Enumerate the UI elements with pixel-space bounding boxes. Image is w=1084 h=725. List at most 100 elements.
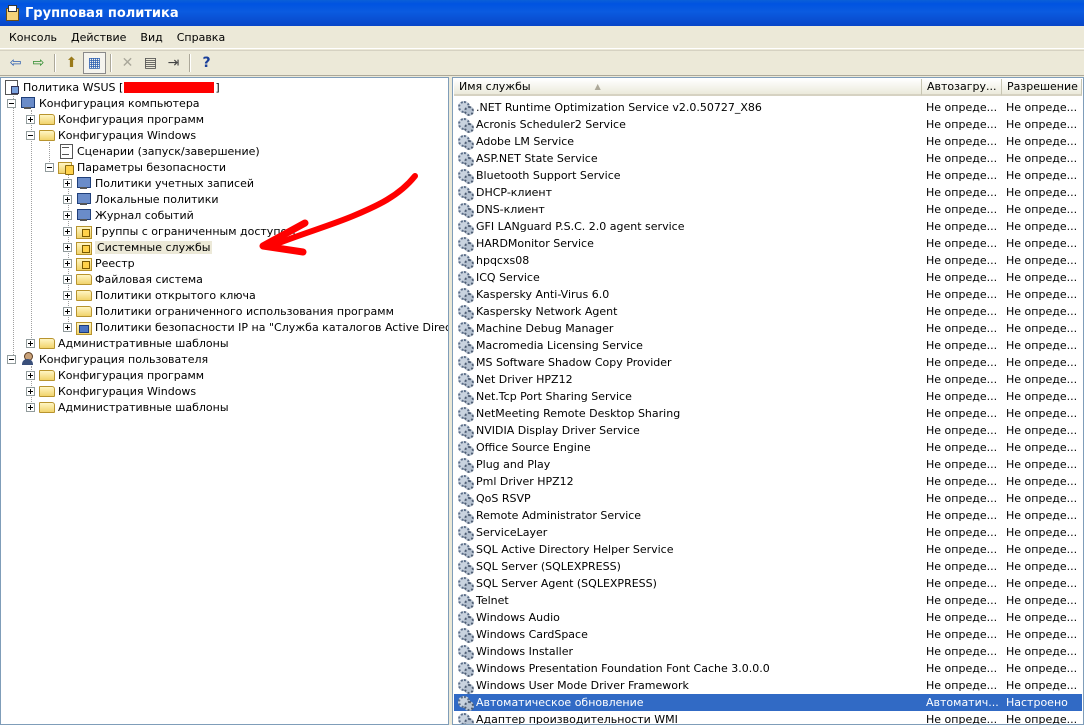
tree-node-registry[interactable]: Реестр — [63, 255, 135, 271]
service-row[interactable]: SQL Server Agent (SQLEXPRESS) Не опреде..… — [454, 575, 1082, 592]
service-row[interactable]: Kaspersky Anti-Virus 6.0 Не опреде... Не о… — [454, 286, 1082, 303]
tree-node-system-services[interactable]: Системные службы — [63, 239, 213, 255]
expand-icon[interactable] — [26, 370, 35, 380]
service-row[interactable]: Windows Presentation Foundation Font Cac… — [454, 660, 1082, 677]
up-folder-icon[interactable]: ⬆ — [60, 52, 83, 74]
tree-node-account-policies[interactable]: Политики учетных записей — [63, 175, 254, 191]
service-row[interactable]: NVIDIA Display Driver Service Не опреде..… — [454, 422, 1082, 439]
service-row[interactable]: HARDMonitor Service Не опреде... Не опреде… — [454, 235, 1082, 252]
service-row[interactable]: Macromedia Licensing Service Не опреде...… — [454, 337, 1082, 354]
collapse-icon[interactable] — [26, 130, 35, 140]
expand-icon[interactable] — [63, 226, 72, 236]
menu-help[interactable]: Справка — [170, 29, 232, 46]
back-arrow-icon[interactable]: ⇦ — [4, 52, 27, 74]
column-header-startup[interactable]: Автозагру... — [922, 79, 1002, 96]
expand-icon[interactable] — [26, 402, 35, 412]
service-row[interactable]: ServiceLayer Не опреде... Не опреде... — [454, 524, 1082, 541]
startup-cell: Не опреде... — [926, 458, 998, 471]
expand-icon[interactable] — [63, 306, 72, 316]
tree-node-user-software-settings[interactable]: Конфигурация программ — [26, 367, 204, 383]
collapse-icon[interactable] — [7, 98, 16, 108]
menu-console[interactable]: Консоль — [2, 29, 64, 46]
column-header-permission[interactable]: Разрешение — [1002, 79, 1082, 96]
expand-icon[interactable] — [26, 114, 35, 124]
service-row[interactable]: NetMeeting Remote Desktop Sharing Не опре… — [454, 405, 1082, 422]
service-row[interactable]: Remote Administrator Service Не опреде...… — [454, 507, 1082, 524]
export-list-icon[interactable]: ⇥ — [162, 52, 185, 74]
startup-cell: Не опреде... — [926, 475, 998, 488]
service-row[interactable]: Plug and Play Не опреде... Не опреде... — [454, 456, 1082, 473]
service-row[interactable]: SQL Active Directory Helper Service Не оп… — [454, 541, 1082, 558]
tree-node-event-log[interactable]: Журнал событий — [63, 207, 194, 223]
service-row[interactable]: MS Software Shadow Copy Provider Не опред… — [454, 354, 1082, 371]
service-row[interactable]: Office Source Engine Не опреде... Не опред… — [454, 439, 1082, 456]
service-row[interactable]: QoS RSVP Не опреде... Не опреде... — [454, 490, 1082, 507]
services-list[interactable]: Имя службы ▲ Автозагру... Разрешение .NE… — [452, 77, 1084, 725]
service-row[interactable]: Adobe LM Service Не опреде... Не опреде... — [454, 133, 1082, 150]
forward-arrow-icon[interactable]: ⇨ — [27, 52, 50, 74]
expand-icon[interactable] — [63, 274, 72, 284]
column-header-service-name[interactable]: Имя службы ▲ — [454, 79, 922, 96]
expand-icon[interactable] — [63, 258, 72, 268]
collapse-icon[interactable] — [45, 162, 54, 172]
console-tree[interactable]: Политика WSUS [] Конфигурация компьютера… — [0, 77, 449, 725]
tree-node-user-windows-settings[interactable]: Конфигурация Windows — [26, 383, 196, 399]
service-row[interactable]: SQL Server (SQLEXPRESS) Не опреде... Не оп… — [454, 558, 1082, 575]
properties-icon[interactable]: ▤ — [139, 52, 162, 74]
tree-node-user-admin-templates[interactable]: Административные шаблоны — [26, 399, 229, 415]
tree-node-computer-config[interactable]: Конфигурация компьютера — [7, 95, 200, 111]
tree-node-windows-settings[interactable]: Конфигурация Windows — [26, 127, 196, 143]
collapse-icon[interactable] — [7, 354, 16, 364]
tree-node-security-settings[interactable]: Параметры безопасности — [45, 159, 226, 175]
service-row[interactable]: DNS-клиент Не опреде... Не опреде... — [454, 201, 1082, 218]
expand-icon[interactable] — [63, 178, 72, 188]
service-row[interactable]: Windows User Mode Driver Framework Не опр… — [454, 677, 1082, 694]
service-row[interactable]: Автоматическое обновление Автоматич... Нас… — [454, 694, 1082, 711]
delete-icon[interactable]: ✕ — [116, 52, 139, 74]
service-row[interactable]: Bluetooth Support Service Не опреде... Не … — [454, 167, 1082, 184]
title-bar[interactable]: Групповая политика — [0, 0, 1084, 26]
tree-node-restricted-groups[interactable]: Группы с ограниченным доступом — [63, 223, 296, 239]
tree-node-software-restriction[interactable]: Политики ограниченного использования про… — [63, 303, 394, 319]
help-icon[interactable]: ? — [195, 52, 218, 74]
expand-icon[interactable] — [26, 386, 35, 396]
service-row[interactable]: Windows CardSpace Не опреде... Не опреде..… — [454, 626, 1082, 643]
tree-node-admin-templates[interactable]: Административные шаблоны — [26, 335, 229, 351]
service-row[interactable]: Machine Debug Manager Не опреде... Не опре… — [454, 320, 1082, 337]
service-row[interactable]: Адаптер производительности WMI Не опреде.… — [454, 711, 1082, 724]
service-row[interactable]: Acronis Scheduler2 Service Не опреде... Не… — [454, 116, 1082, 133]
service-row[interactable]: Windows Audio Не опреде... Не опреде... — [454, 609, 1082, 626]
service-row[interactable]: .NET Runtime Optimization Service v2.0.5… — [454, 99, 1082, 116]
tree-root[interactable]: Политика WSUS [] — [4, 79, 220, 95]
show-hide-tree-icon[interactable]: ▦ — [83, 52, 106, 74]
tree-node-user-config[interactable]: Конфигурация пользователя — [7, 351, 208, 367]
service-row[interactable]: Net.Tcp Port Sharing Service Не опреде...… — [454, 388, 1082, 405]
service-row[interactable]: hpqcxs08 Не опреде... Не опреде... — [454, 252, 1082, 269]
tree-node-ip-security[interactable]: Политики безопасности IP на "Служба ката… — [63, 319, 448, 335]
service-row[interactable]: GFI LANguard P.S.C. 2.0 agent service Не … — [454, 218, 1082, 235]
expand-icon[interactable] — [63, 194, 72, 204]
tree-node-scripts[interactable]: Сценарии (запуск/завершение) — [45, 143, 260, 159]
service-row[interactable]: Net Driver HPZ12 Не опреде... Не опреде... — [454, 371, 1082, 388]
tree-node-software-settings[interactable]: Конфигурация программ — [26, 111, 204, 127]
menu-view[interactable]: Вид — [133, 29, 169, 46]
tree-node-file-system[interactable]: Файловая система — [63, 271, 203, 287]
expand-icon[interactable] — [63, 322, 72, 332]
service-row[interactable]: Telnet Не опреде... Не опреде... — [454, 592, 1082, 609]
service-row[interactable]: Kaspersky Network Agent Не опреде... Не оп… — [454, 303, 1082, 320]
service-name-cell: Macromedia Licensing Service — [457, 337, 919, 354]
service-row[interactable]: DHCP-клиент Не опреде... Не опреде... — [454, 184, 1082, 201]
permission-cell: Не опреде... — [1006, 288, 1078, 301]
tree-node-local-policies[interactable]: Локальные политики — [63, 191, 219, 207]
tree-node-public-key-policies[interactable]: Политики открытого ключа — [63, 287, 256, 303]
service-row[interactable]: Pml Driver HPZ12 Не опреде... Не опреде... — [454, 473, 1082, 490]
menu-action[interactable]: Действие — [64, 29, 133, 46]
service-row[interactable]: ICQ Service Не опреде... Не опреде... — [454, 269, 1082, 286]
expand-icon[interactable] — [26, 338, 35, 348]
startup-cell: Не опреде... — [926, 645, 998, 658]
expand-icon[interactable] — [63, 242, 72, 252]
expand-icon[interactable] — [63, 210, 72, 220]
service-row[interactable]: ASP.NET State Service Не опреде... Не опре… — [454, 150, 1082, 167]
service-row[interactable]: Windows Installer Не опреде... Не опреде..… — [454, 643, 1082, 660]
expand-icon[interactable] — [63, 290, 72, 300]
